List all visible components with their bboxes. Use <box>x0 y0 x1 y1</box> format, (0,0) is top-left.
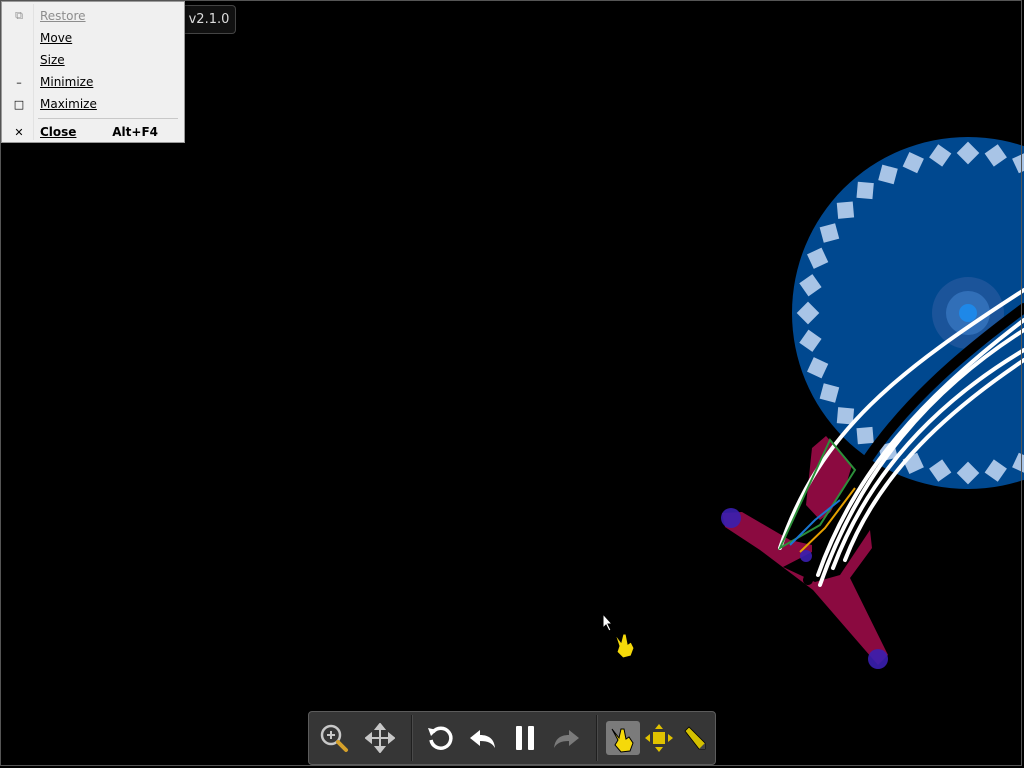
menu-item-minimize[interactable]: – Minimize <box>4 71 182 93</box>
hand-pointer-icon <box>611 728 634 753</box>
toolbar-divider <box>596 715 598 761</box>
move-shape-icon <box>645 724 673 752</box>
joint-left[interactable] <box>721 508 741 528</box>
redo-arrow-icon <box>554 730 579 748</box>
wheel-tooth <box>836 201 855 219</box>
close-icon: ✕ <box>14 125 24 139</box>
pan-button[interactable] <box>363 721 397 755</box>
move-tool-button[interactable] <box>642 721 676 755</box>
wheel-tooth <box>856 426 874 445</box>
grab-hand-icon <box>614 633 635 659</box>
bottom-toolbar <box>308 711 716 765</box>
menu-item-size[interactable]: Size <box>4 49 182 71</box>
pencil-icon <box>684 726 706 750</box>
draw-tool-button[interactable] <box>677 721 711 755</box>
minimize-icon: – <box>16 75 22 89</box>
move-arrows-icon <box>365 723 395 753</box>
menu-item-restore[interactable]: ⧉ Restore <box>4 5 182 27</box>
maximize-icon: □ <box>13 97 25 111</box>
grab-tool-button[interactable] <box>606 721 640 755</box>
reset-button[interactable] <box>423 721 457 755</box>
zoom-button[interactable] <box>317 721 351 755</box>
step-back-button[interactable] <box>466 721 500 755</box>
joint-center[interactable] <box>800 550 812 562</box>
wheel-tooth <box>856 181 874 200</box>
menu-item-maximize[interactable]: □ Maximize <box>4 93 182 115</box>
system-menu: ⧉ Restore Move Size – Minimize □ Maximiz… <box>1 1 185 143</box>
joint-bottom[interactable] <box>868 649 888 669</box>
pause-icon <box>516 726 534 750</box>
zoom-in-icon <box>320 724 348 752</box>
pause-button[interactable] <box>508 721 542 755</box>
toolbar-divider <box>411 715 413 761</box>
menu-item-move[interactable]: Move <box>4 27 182 49</box>
mouse-cursor <box>602 612 635 659</box>
close-accelerator: Alt+F4 <box>112 125 158 139</box>
version-label: v2.1.0 <box>183 5 236 34</box>
menu-separator <box>38 118 178 119</box>
restore-icon: ⧉ <box>15 9 23 22</box>
undo-arrow-icon <box>470 730 495 748</box>
step-forward-button[interactable] <box>549 721 583 755</box>
rotate-reset-icon <box>428 726 453 750</box>
menu-item-close[interactable]: ✕ Close Alt+F4 <box>4 121 182 143</box>
